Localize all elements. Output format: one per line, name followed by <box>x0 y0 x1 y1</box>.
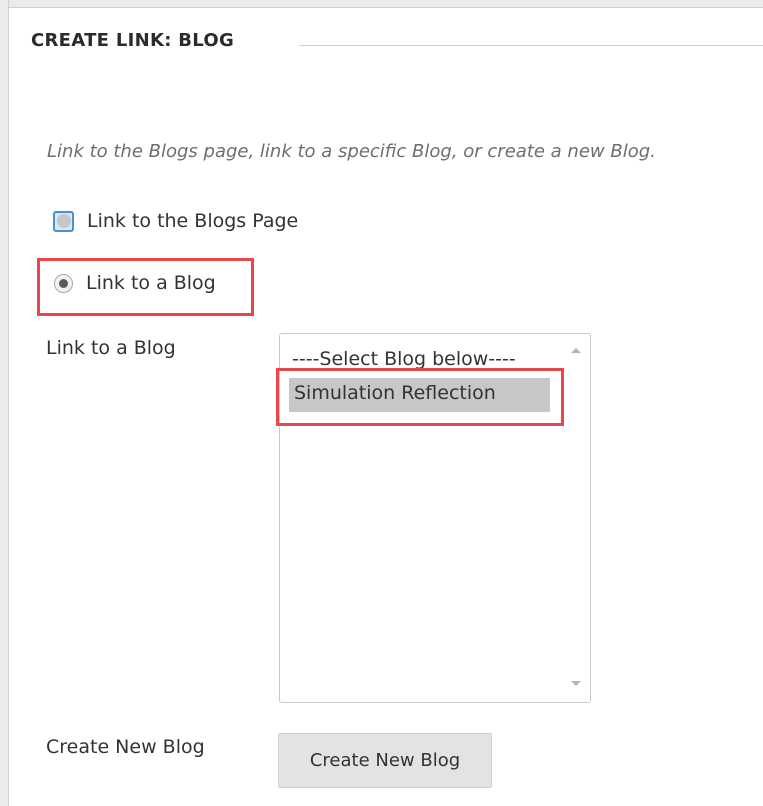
annotation-highlight-option <box>276 368 564 426</box>
listbox-option-placeholder[interactable]: ----Select Blog below---- <box>292 348 516 370</box>
radio-unselected-icon[interactable] <box>53 210 74 232</box>
create-new-blog-button[interactable]: Create New Blog <box>278 733 492 788</box>
scroll-down-arrow-icon[interactable] <box>571 681 581 686</box>
annotation-highlight-radio <box>37 258 254 316</box>
radio-label-blogs-page: Link to the Blogs Page <box>87 210 299 232</box>
instructions-text: Link to the Blogs page, link to a specif… <box>47 141 656 162</box>
radio-option-blogs-page[interactable]: Link to the Blogs Page <box>53 210 298 232</box>
blog-select-label: Link to a Blog <box>46 337 176 359</box>
section-title: CREATE LINK: BLOG <box>31 30 235 51</box>
create-new-blog-label: Create New Blog <box>46 736 205 758</box>
window-top-border <box>0 0 763 8</box>
radio-inner-circle <box>56 214 71 228</box>
window-left-border <box>0 0 9 806</box>
scroll-up-arrow-icon[interactable] <box>571 348 581 353</box>
title-divider <box>299 45 763 46</box>
